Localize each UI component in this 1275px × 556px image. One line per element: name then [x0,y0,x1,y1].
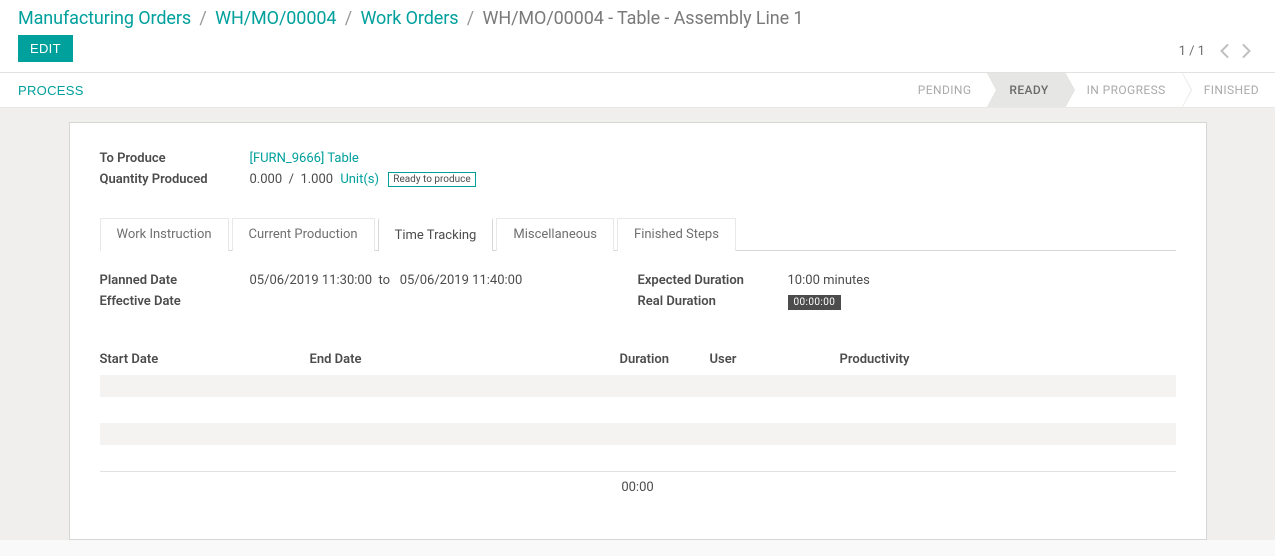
quantity-total: 1.000 [300,172,333,187]
status-step-finished[interactable]: FINISHED [1182,73,1275,107]
table-row[interactable] [100,423,1176,445]
tab-current-production[interactable]: Current Production [232,218,375,251]
planned-date-to-word: to [379,273,391,288]
planned-date-from: 05/06/2019 11:30:00 [250,273,373,288]
table-footer-total: 00:00 [100,471,1176,495]
ready-to-produce-badge: Ready to produce [388,172,475,187]
action-bar: PROCESS PENDINGREADYIN PROGRESSFINISHED [0,73,1275,108]
breadcrumb-link-manufacturing-orders[interactable]: Manufacturing Orders [18,8,191,29]
table-header: Start Date End Date Duration User Produc… [100,352,1176,375]
effective-date-label: Effective Date [100,294,250,309]
time-tracking-table: Start Date End Date Duration User Produc… [100,352,1176,495]
quantity-done: 0.000 [250,172,283,187]
pager: 1 / 1 [1179,40,1257,62]
real-duration-label: Real Duration [638,294,788,310]
breadcrumb-separator: / [199,8,206,29]
tab-miscellaneous[interactable]: Miscellaneous [496,218,614,251]
tab-work-instruction[interactable]: Work Instruction [100,218,229,251]
status-step-in-progress[interactable]: IN PROGRESS [1065,73,1182,107]
to-produce-value[interactable]: [FURN_9666] Table [250,151,359,166]
col-start-date: Start Date [100,352,310,367]
breadcrumb-link-mo[interactable]: WH/MO/00004 [215,8,336,29]
quantity-produced-label: Quantity Produced [100,172,250,187]
expected-duration-value: 10:00 minutes [788,273,870,288]
planned-date-label: Planned Date [100,273,250,288]
col-duration: Duration [620,352,710,367]
real-duration-value[interactable]: 00:00:00 [788,295,842,310]
col-productivity: Productivity [840,352,1176,367]
quantity-unit[interactable]: Unit(s) [340,172,379,187]
planned-date-to: 05/06/2019 11:40:00 [400,273,523,288]
tab-time-tracking[interactable]: Time Tracking [378,218,494,251]
expected-duration-label: Expected Duration [638,273,788,288]
breadcrumb-separator: / [467,8,474,29]
tabs: Work InstructionCurrent ProductionTime T… [100,217,1176,251]
breadcrumb-separator: / [345,8,352,29]
pager-next-icon[interactable] [1235,40,1257,62]
status-step-ready[interactable]: READY [987,73,1064,107]
to-produce-label: To Produce [100,151,250,166]
breadcrumb-current: WH/MO/00004 - Table - Assembly Line 1 [482,8,803,29]
quantity-separator: / [289,172,294,187]
edit-button[interactable]: EDIT [18,35,73,62]
col-user: User [710,352,840,367]
process-button[interactable]: PROCESS [18,73,84,107]
form-sheet: To Produce [FURN_9666] Table Quantity Pr… [69,122,1207,540]
breadcrumb-link-work-orders[interactable]: Work Orders [360,8,458,29]
status-step-pending[interactable]: PENDING [896,73,988,107]
pager-count: 1 / 1 [1179,44,1205,59]
breadcrumb: Manufacturing Orders / WH/MO/00004 / Wor… [18,8,803,29]
col-end-date: End Date [310,352,620,367]
pager-prev-icon[interactable] [1213,40,1235,62]
table-row[interactable] [100,375,1176,397]
tab-time-tracking-content: Planned Date 05/06/2019 11:30:00 to 05/0… [100,251,1176,495]
status-chain: PENDINGREADYIN PROGRESSFINISHED [896,73,1275,107]
notebook: Work InstructionCurrent ProductionTime T… [100,217,1176,495]
tab-finished-steps[interactable]: Finished Steps [617,218,736,251]
